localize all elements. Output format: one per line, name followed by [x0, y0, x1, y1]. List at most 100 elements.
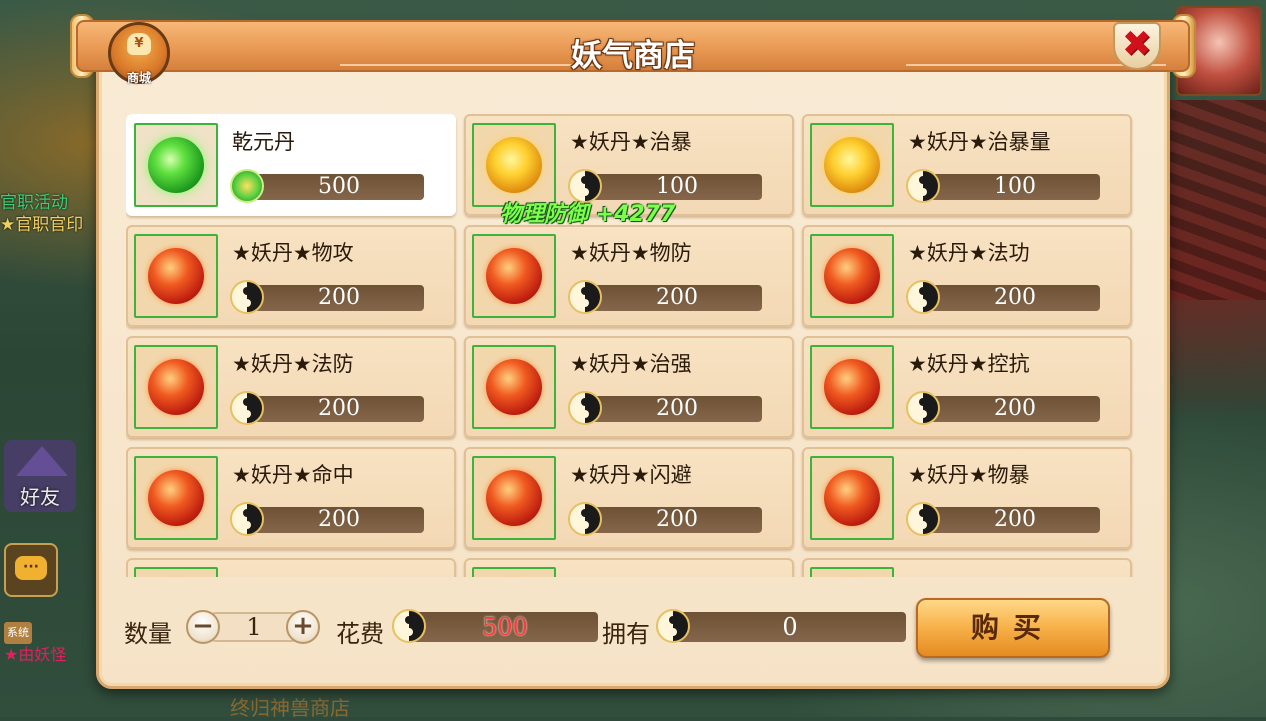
- cost-label: 花费: [336, 620, 384, 648]
- item-icon-frame: [472, 345, 556, 429]
- shop-item[interactable]: ★妖丹★控抗 200: [802, 336, 1132, 438]
- yinyang-currency-icon: [230, 502, 264, 536]
- shop-item[interactable]: ★妖丹★闪避 200: [464, 447, 794, 549]
- item-icon-frame: [134, 567, 218, 577]
- item-name: ★妖丹★控抗: [908, 352, 1030, 376]
- money-bag-icon: ¥: [127, 33, 151, 55]
- yinyang-currency-icon: [568, 169, 602, 203]
- purchase-bar: 数量 − 1 + 花费 500 拥有 0 购买: [96, 590, 1170, 670]
- system-chat-message: 系统 ★由妖怪: [4, 620, 96, 666]
- friends-button[interactable]: 好友: [4, 440, 76, 512]
- item-icon-frame: [134, 456, 218, 540]
- item-name: ★妖丹★治暴量: [908, 130, 1051, 154]
- side-activity-line1: 官职活动: [0, 193, 68, 213]
- gold-demon-core-icon: [824, 137, 880, 193]
- red-demon-core-icon: [824, 248, 880, 304]
- shop-item[interactable]: [802, 558, 1132, 577]
- item-icon-frame: [134, 345, 218, 429]
- red-demon-core-icon: [486, 359, 542, 415]
- red-demon-core-icon: [486, 470, 542, 526]
- green-elixir-orb-icon: [148, 137, 204, 193]
- shop-item[interactable]: ★妖丹★命中 200: [126, 447, 456, 549]
- shop-item[interactable]: [126, 558, 456, 577]
- item-name: ★妖丹★物暴: [908, 463, 1030, 487]
- item-name: ★妖丹★物防: [570, 241, 692, 265]
- item-icon-frame: [810, 456, 894, 540]
- friends-label: 好友: [20, 485, 60, 509]
- item-name: ★妖丹★命中: [232, 463, 354, 487]
- shop-item[interactable]: ★妖丹★物攻 200: [126, 225, 456, 327]
- item-icon-frame: [810, 123, 894, 207]
- item-price: 200: [592, 396, 762, 422]
- chat-bubble-icon: ···: [15, 556, 47, 580]
- red-demon-core-icon: [824, 359, 880, 415]
- yinyang-currency-icon: [906, 169, 940, 203]
- item-icon-frame: [134, 234, 218, 318]
- shop-item[interactable]: ★妖丹★治暴量 100: [802, 114, 1132, 216]
- red-demon-core-icon: [148, 470, 204, 526]
- yinyang-currency-icon: [392, 609, 426, 643]
- item-price: 200: [592, 507, 762, 533]
- yinyang-currency-icon: [906, 391, 940, 425]
- yinyang-currency-icon: [568, 280, 602, 314]
- yinyang-currency-icon: [230, 280, 264, 314]
- shop-item[interactable]: ★妖丹★物防 200: [464, 225, 794, 327]
- shop-item[interactable]: 乾元丹 500: [126, 114, 456, 216]
- shop-item[interactable]: ★妖丹★物暴 200: [802, 447, 1132, 549]
- item-icon-frame: [810, 345, 894, 429]
- item-icon-frame: [472, 456, 556, 540]
- yinyang-currency-icon: [230, 391, 264, 425]
- owned-label: 拥有: [602, 620, 650, 648]
- shop-title: 妖气商店: [571, 38, 695, 74]
- quantity-value[interactable]: 1: [236, 612, 272, 642]
- item-price: 200: [254, 396, 424, 422]
- yinyang-currency-icon: [568, 502, 602, 536]
- buy-button[interactable]: 购买: [916, 598, 1110, 658]
- red-demon-core-icon: [486, 248, 542, 304]
- shop-item[interactable]: ★妖丹★法防 200: [126, 336, 456, 438]
- yinyang-currency-icon: [906, 280, 940, 314]
- system-chat-text: ★由妖怪: [4, 645, 67, 664]
- item-name: ★妖丹★治暴: [570, 130, 692, 154]
- yinyang-currency-icon: [568, 391, 602, 425]
- item-price: 200: [930, 285, 1100, 311]
- yinyang-currency-icon: [906, 502, 940, 536]
- red-demon-core-icon: [824, 470, 880, 526]
- shop-item[interactable]: ★妖丹★法功 200: [802, 225, 1132, 327]
- item-price: 500: [254, 174, 424, 200]
- close-button[interactable]: ✖: [1113, 22, 1161, 70]
- close-icon: ✖: [1121, 24, 1153, 65]
- item-icon-frame: [472, 123, 556, 207]
- item-price: 100: [592, 174, 762, 200]
- system-badge: 系统: [4, 622, 32, 644]
- item-name: ★妖丹★治强: [570, 352, 692, 376]
- owned-value: 0: [674, 612, 906, 642]
- background-building: [1170, 100, 1266, 300]
- quantity-label: 数量: [124, 620, 172, 648]
- chat-button[interactable]: ···: [4, 543, 58, 597]
- mall-badge[interactable]: ¥ 商城: [108, 22, 170, 85]
- gold-demon-core-icon: [486, 137, 542, 193]
- increase-quantity-button[interactable]: +: [286, 610, 320, 644]
- item-icon-frame: [810, 567, 894, 577]
- side-activity-line2: ★官职官印: [0, 215, 84, 235]
- item-name: ★妖丹★闪避: [570, 463, 692, 487]
- yinyang-currency-icon: [656, 609, 690, 643]
- item-name: ★妖丹★物攻: [232, 241, 354, 265]
- decrease-quantity-button[interactable]: −: [186, 610, 220, 644]
- friends-hat-icon: [16, 446, 68, 476]
- item-icon-frame: [810, 234, 894, 318]
- item-name: ★妖丹★法功: [908, 241, 1030, 265]
- item-icon-frame: [472, 234, 556, 318]
- shop-item[interactable]: [464, 558, 794, 577]
- item-price: 200: [254, 507, 424, 533]
- item-grid[interactable]: 乾元丹 500 ★妖丹★治暴 100 ★妖丹★治暴量 100 ★妖丹★物攻 200 ★妖丹★物防…: [126, 114, 1136, 577]
- shop-item[interactable]: ★妖丹★治强 200: [464, 336, 794, 438]
- item-icon-frame: [472, 567, 556, 577]
- shop-item[interactable]: ★妖丹★治暴 100: [464, 114, 794, 216]
- item-icon-frame: [134, 123, 218, 207]
- item-price: 200: [592, 285, 762, 311]
- red-demon-core-icon: [148, 359, 204, 415]
- cost-value: 500: [412, 612, 598, 642]
- side-activity-text: 官职活动 ★官职官印: [0, 192, 96, 236]
